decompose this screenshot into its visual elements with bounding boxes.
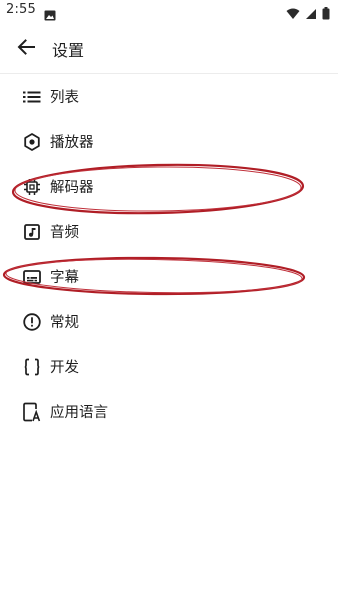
page-title: 设置 bbox=[52, 41, 85, 60]
back-button[interactable] bbox=[13, 36, 39, 62]
menu-item-general[interactable]: 常规 bbox=[0, 299, 338, 344]
status-bar: 2:55 bbox=[0, 0, 338, 24]
alert-circle-icon bbox=[22, 312, 42, 332]
settings-menu: 列表 播放器 解码器 音频 字幕 常规 开发 应用语言 bbox=[0, 74, 338, 434]
menu-item-subtitles[interactable]: 字幕 bbox=[0, 254, 338, 299]
music-note-icon bbox=[22, 222, 42, 242]
wifi-icon bbox=[286, 5, 300, 24]
battery-icon bbox=[322, 5, 330, 24]
menu-item-label: 应用语言 bbox=[50, 405, 108, 421]
menu-item-developer[interactable]: 开发 bbox=[0, 344, 338, 389]
status-icons bbox=[286, 5, 330, 24]
chip-icon bbox=[22, 177, 42, 197]
menu-item-audio[interactable]: 音频 bbox=[0, 209, 338, 254]
menu-item-decoder[interactable]: 解码器 bbox=[0, 164, 338, 209]
menu-item-label: 音频 bbox=[50, 225, 79, 241]
menu-item-label: 列表 bbox=[50, 90, 79, 106]
signal-icon bbox=[305, 5, 317, 24]
app-bar: 设置 bbox=[0, 26, 338, 70]
app-language-icon bbox=[22, 402, 42, 422]
menu-item-label: 字幕 bbox=[50, 270, 79, 286]
menu-item-label: 播放器 bbox=[50, 135, 94, 151]
image-notification-icon bbox=[44, 6, 56, 25]
subtitles-icon bbox=[22, 267, 42, 287]
menu-item-app-language[interactable]: 应用语言 bbox=[0, 389, 338, 434]
menu-item-list[interactable]: 列表 bbox=[0, 74, 338, 119]
code-braces-icon bbox=[22, 357, 42, 377]
menu-item-player[interactable]: 播放器 bbox=[0, 119, 338, 164]
list-icon bbox=[22, 87, 42, 107]
menu-item-label: 常规 bbox=[50, 315, 79, 331]
arrow-back-icon bbox=[17, 39, 35, 59]
status-time: 2:55 bbox=[6, 2, 36, 17]
menu-item-label: 解码器 bbox=[50, 180, 94, 196]
menu-item-label: 开发 bbox=[50, 360, 79, 376]
hexagon-dot-icon bbox=[22, 132, 42, 152]
